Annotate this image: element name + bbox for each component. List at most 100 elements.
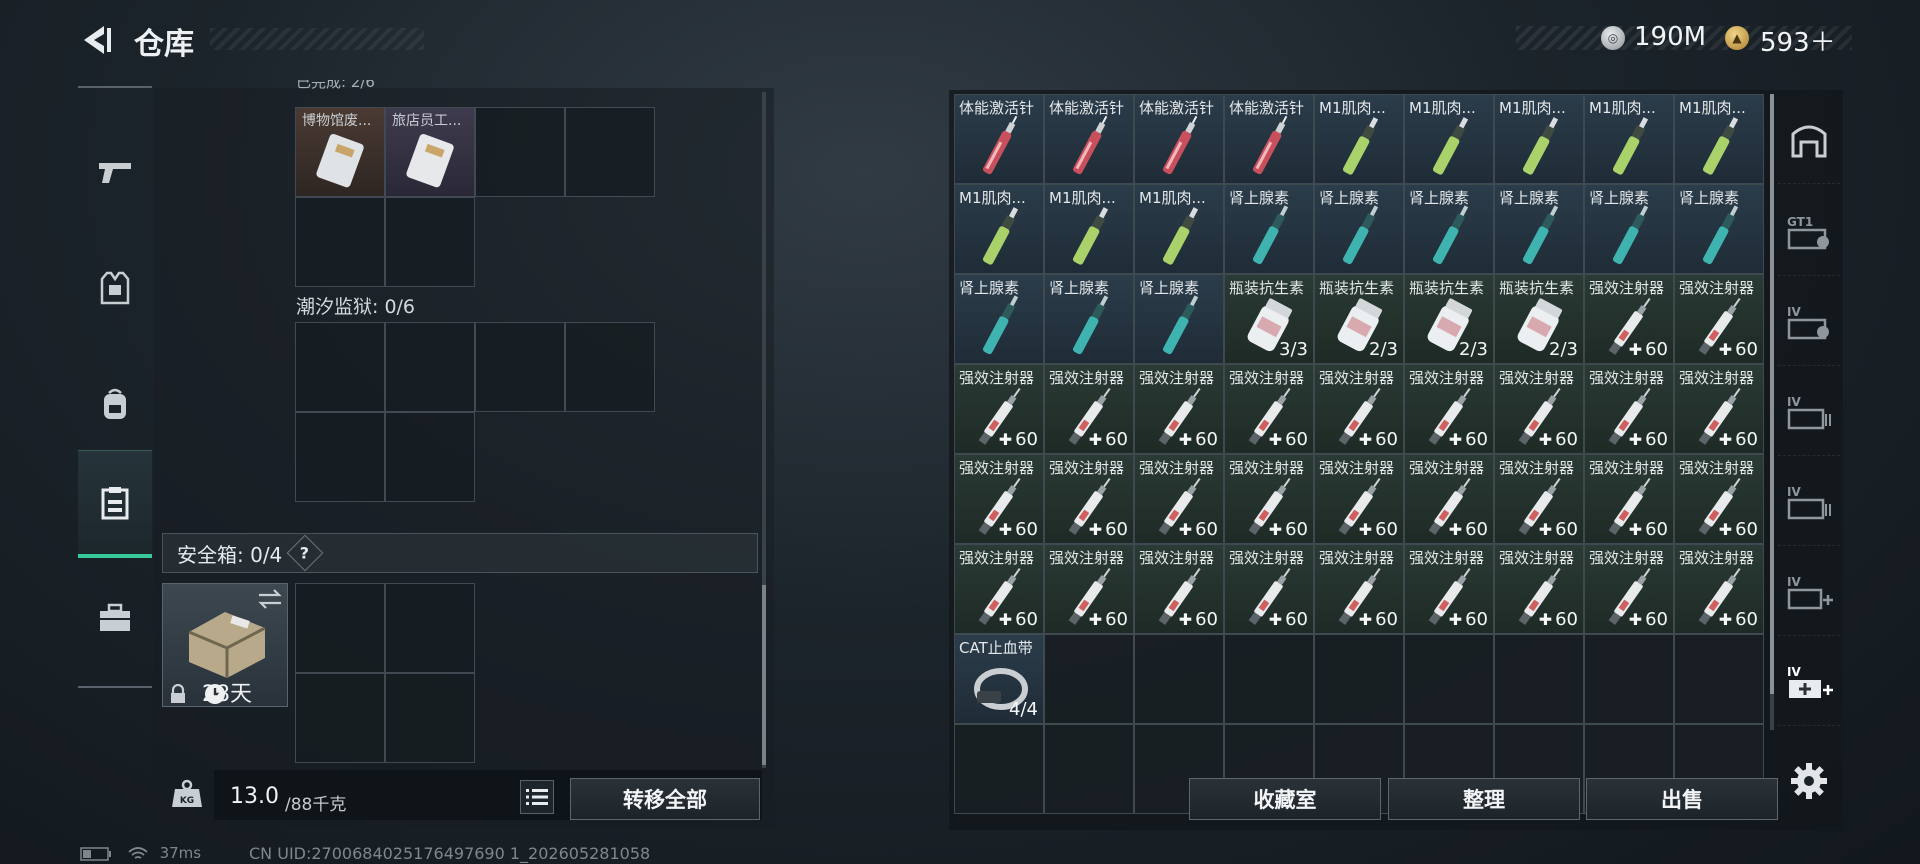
nav-weapons[interactable] <box>78 118 152 226</box>
grid-slot[interactable] <box>295 583 385 673</box>
storage-item[interactable]: 强效注射器 ✚ 60 <box>1134 454 1224 544</box>
category-all[interactable] <box>1778 94 1840 184</box>
storage-item[interactable]: 强效注射器 ✚ 60 <box>1134 364 1224 454</box>
storage-item[interactable]: 强效注射器 ✚ 60 <box>1314 364 1404 454</box>
category-iv-medical[interactable]: IV <box>1778 546 1840 636</box>
storage-item[interactable]: 强效注射器 ✚ 60 <box>1404 454 1494 544</box>
storage-item[interactable]: 强效注射器 ✚ 60 <box>1494 544 1584 634</box>
grid-slot[interactable] <box>475 322 565 412</box>
help-button[interactable]: ? <box>286 534 324 572</box>
storage-slot-empty[interactable] <box>1314 634 1404 724</box>
category-iv-1[interactable]: IV <box>1778 276 1840 366</box>
storage-item[interactable]: 肾上腺素 <box>954 274 1044 364</box>
storage-item[interactable]: M1肌肉... <box>1314 94 1404 184</box>
storage-item[interactable]: 强效注射器 ✚ 60 <box>1674 544 1764 634</box>
transfer-all-button[interactable]: 转移全部 <box>570 778 760 820</box>
storage-item[interactable]: M1肌肉... <box>1134 184 1224 274</box>
storage-item[interactable]: 强效注射器 ✚ 60 <box>954 364 1044 454</box>
storage-item[interactable]: 强效注射器 ✚ 60 <box>1494 454 1584 544</box>
settings-icon[interactable] <box>1788 760 1830 802</box>
nav-backpack[interactable] <box>78 350 152 458</box>
storage-item[interactable]: 强效注射器 ✚ 60 <box>1404 544 1494 634</box>
storage-item[interactable]: 强效注射器 ✚ 60 <box>1224 364 1314 454</box>
storage-item[interactable]: 强效注射器 ✚ 60 <box>1584 544 1674 634</box>
storage-slot-empty[interactable] <box>1494 634 1584 724</box>
storage-item[interactable]: 强效注射器 ✚ 60 <box>1044 454 1134 544</box>
storage-item[interactable]: 强效注射器 ✚ 60 <box>1224 454 1314 544</box>
storage-slot-empty[interactable] <box>1044 724 1134 814</box>
storage-item[interactable]: 肾上腺素 <box>1494 184 1584 274</box>
storage-item[interactable]: 强效注射器 ✚ 60 <box>954 544 1044 634</box>
storage-item[interactable]: M1肌肉... <box>1584 94 1674 184</box>
nav-secure-case[interactable] <box>78 564 152 672</box>
storage-item[interactable]: 强效注射器 ✚ 60 <box>1584 454 1674 544</box>
storage-item[interactable]: 肾上腺素 <box>1044 274 1134 364</box>
grid-slot[interactable] <box>565 322 655 412</box>
grid-slot[interactable] <box>565 107 655 197</box>
storage-slot-empty[interactable] <box>1134 634 1224 724</box>
storage-item[interactable]: 体能激活针 <box>954 94 1044 184</box>
storage-item[interactable]: 强效注射器 ✚ 60 <box>1044 544 1134 634</box>
grid-slot[interactable] <box>295 322 385 412</box>
storage-item[interactable]: M1肌肉... <box>1674 94 1764 184</box>
storage-item[interactable]: 瓶装抗生素 2/3 <box>1404 274 1494 364</box>
storage-item[interactable]: 肾上腺素 <box>1674 184 1764 274</box>
tickets-value[interactable]: 593＋ <box>1760 22 1836 59</box>
storage-item[interactable]: M1肌肉... <box>954 184 1044 274</box>
storage-item[interactable]: 体能激活针 <box>1044 94 1134 184</box>
storage-slot-empty[interactable] <box>954 724 1044 814</box>
storage-scrollbar-thumb[interactable] <box>1770 94 1774 694</box>
storage-slot-empty[interactable] <box>1404 634 1494 724</box>
storage-item[interactable]: 肾上腺素 <box>1584 184 1674 274</box>
category-iv-2[interactable]: IV <box>1778 366 1840 456</box>
storage-item[interactable]: 强效注射器 ✚ 60 <box>1674 454 1764 544</box>
grid-slot[interactable] <box>385 197 475 287</box>
storage-item[interactable]: 强效注射器 ✚ 60 <box>1584 364 1674 454</box>
swap-icon[interactable] <box>257 588 283 610</box>
collection-room-button[interactable]: 收藏室 <box>1189 778 1381 820</box>
list-view-button[interactable] <box>520 780 554 814</box>
storage-slot-empty[interactable] <box>1674 634 1764 724</box>
storage-item[interactable]: 肾上腺素 <box>1134 274 1224 364</box>
nav-rig[interactable] <box>78 450 152 558</box>
storage-item[interactable]: M1肌肉... <box>1494 94 1584 184</box>
storage-item[interactable]: 强效注射器 ✚ 60 <box>1404 364 1494 454</box>
storage-item[interactable]: 肾上腺素 <box>1314 184 1404 274</box>
category-gt1[interactable]: GT1 <box>1778 186 1840 276</box>
nav-armor[interactable] <box>78 234 152 342</box>
storage-item[interactable]: 体能激活针 <box>1224 94 1314 184</box>
grid-slot[interactable] <box>385 673 475 763</box>
storage-item[interactable]: 强效注射器 ✚ 60 <box>1134 544 1224 634</box>
loadout-scrollbar-thumb[interactable] <box>762 585 766 765</box>
storage-item[interactable]: 瓶装抗生素 2/3 <box>1314 274 1404 364</box>
storage-item[interactable]: 强效注射器 ✚ 60 <box>1044 364 1134 454</box>
loot-item-museum[interactable]: 博物馆废... <box>295 107 385 197</box>
grid-slot[interactable] <box>295 197 385 287</box>
category-iv-3[interactable]: IV <box>1778 456 1840 546</box>
storage-slot-empty[interactable] <box>1584 634 1674 724</box>
storage-item[interactable]: 肾上腺素 <box>1224 184 1314 274</box>
storage-item[interactable]: 瓶装抗生素 3/3 <box>1224 274 1314 364</box>
storage-slot-empty[interactable] <box>1224 634 1314 724</box>
storage-item[interactable]: 强效注射器 ✚ 60 <box>1674 364 1764 454</box>
storage-item[interactable]: 强效注射器 ✚ 60 <box>1224 544 1314 634</box>
back-arrow-icon[interactable] <box>78 22 114 58</box>
storage-item[interactable]: 强效注射器 ✚ 60 <box>1674 274 1764 364</box>
storage-item[interactable]: 强效注射器 ✚ 60 <box>1314 454 1404 544</box>
storage-item[interactable]: 瓶装抗生素 2/3 <box>1494 274 1584 364</box>
storage-item[interactable]: 强效注射器 ✚ 60 <box>954 454 1044 544</box>
grid-slot[interactable] <box>295 412 385 502</box>
loot-item-hotel[interactable]: 旅店员工... <box>385 107 475 197</box>
category-iv-medical-active[interactable]: IV <box>1778 636 1840 726</box>
sell-button[interactable]: 出售 <box>1586 778 1778 820</box>
storage-item[interactable]: 强效注射器 ✚ 60 <box>1494 364 1584 454</box>
grid-slot[interactable] <box>295 673 385 763</box>
sort-button[interactable]: 整理 <box>1388 778 1580 820</box>
storage-item[interactable]: 强效注射器 ✚ 60 <box>1584 274 1674 364</box>
storage-item[interactable]: 体能激活针 <box>1134 94 1224 184</box>
grid-slot[interactable] <box>385 322 475 412</box>
storage-item[interactable]: M1肌肉... <box>1044 184 1134 274</box>
storage-slot-empty[interactable] <box>1044 634 1134 724</box>
grid-slot[interactable] <box>475 107 565 197</box>
storage-item[interactable]: 强效注射器 ✚ 60 <box>1314 544 1404 634</box>
